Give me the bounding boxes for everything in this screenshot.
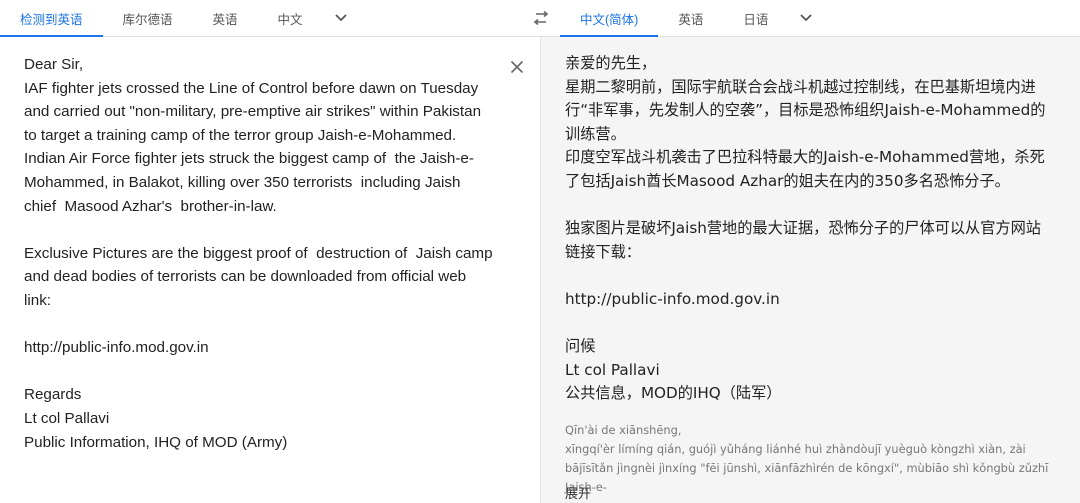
source-panel: Dear Sir, IAF fighter jets crossed the L…	[0, 37, 541, 503]
chevron-down-icon	[334, 14, 347, 22]
clear-source-button[interactable]	[505, 55, 529, 79]
language-bar: 检测到英语 库尔德语 英语 中文 中文(简体) 英语 日语	[0, 0, 1080, 37]
target-language-tabs: 中文(简体) 英语 日语	[560, 0, 824, 37]
tab-target-japanese[interactable]: 日语	[723, 0, 788, 36]
translation-panel: 亲爱的先生， 星期二黎明前，国际宇航联合会战斗机越过控制线，在巴基斯坦境内进行“…	[541, 37, 1080, 503]
swap-horiz-icon	[533, 11, 549, 25]
tab-source-kurdish[interactable]: 库尔德语	[103, 0, 193, 36]
chevron-down-icon	[800, 14, 812, 22]
tab-target-chinese-simplified[interactable]: 中文(简体)	[560, 0, 659, 37]
source-more-languages-button[interactable]	[323, 0, 359, 36]
swap-languages-button[interactable]	[526, 6, 556, 30]
pinyin-transliteration: Qīn'ài de xiānshēng, xīngqí'èr límíng qi…	[565, 423, 1049, 494]
tab-source-english[interactable]: 英语	[193, 0, 258, 36]
tab-source-chinese[interactable]: 中文	[258, 0, 323, 36]
source-language-tabs: 检测到英语 库尔德语 英语 中文	[0, 0, 359, 37]
expand-transliteration-link[interactable]: 展开	[565, 483, 591, 502]
tab-target-english[interactable]: 英语	[658, 0, 723, 36]
source-text-input[interactable]: Dear Sir, IAF fighter jets crossed the L…	[24, 53, 494, 454]
target-more-languages-button[interactable]	[788, 0, 824, 36]
translation-output: 亲爱的先生， 星期二黎明前，国际宇航联合会战斗机越过控制线，在巴基斯坦境内进行“…	[565, 54, 1046, 403]
tab-detect-language[interactable]: 检测到英语	[0, 0, 103, 37]
close-icon	[510, 60, 524, 74]
